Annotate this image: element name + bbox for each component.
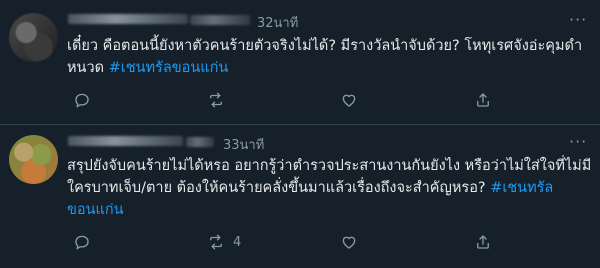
avatar[interactable] <box>9 135 58 184</box>
share-icon <box>477 235 489 249</box>
retweet-icon <box>210 234 222 250</box>
retweet-button[interactable]: 4 <box>207 232 241 252</box>
blurred-display-name[interactable] <box>68 14 188 24</box>
reply-icon <box>75 93 89 108</box>
reply-button[interactable] <box>73 232 99 252</box>
blurred-username[interactable] <box>186 137 214 147</box>
share-button[interactable] <box>474 90 492 110</box>
reply-icon <box>75 235 89 250</box>
like-icon <box>342 236 356 249</box>
retweet-button[interactable] <box>207 90 233 110</box>
like-icon <box>342 94 356 107</box>
tweet-actions <box>67 90 587 110</box>
avatar[interactable] <box>9 13 58 62</box>
blurred-username[interactable] <box>190 15 250 25</box>
tweet-actions: 4 <box>67 232 587 252</box>
share-icon <box>477 93 489 107</box>
blurred-display-name[interactable] <box>68 136 183 146</box>
tweet-timestamp[interactable]: 32นาที <box>257 12 298 33</box>
more-icon[interactable]: ··· <box>569 134 587 150</box>
share-button[interactable] <box>474 232 492 252</box>
like-button[interactable] <box>340 90 366 110</box>
tweet[interactable]: 32นาที ··· เดี๋ยว คือตอนนี้ยังหาตัวคนร้า… <box>0 0 600 125</box>
retweet-count: 4 <box>233 234 242 250</box>
more-icon[interactable]: ··· <box>569 12 587 28</box>
like-button[interactable] <box>340 232 366 252</box>
tweet-text: สรุปยังจับคนร้ายไม่ได้หรอ อยากรู้ว่าตำรว… <box>67 155 592 221</box>
tweet[interactable]: 33นาที ··· สรุปยังจับคนร้ายไม่ได้หรอ อยา… <box>0 125 600 268</box>
reply-button[interactable] <box>73 90 99 110</box>
retweet-icon <box>210 92 222 108</box>
hashtag-link[interactable]: #เชนทรัลขอนแก่น <box>109 60 229 76</box>
tweet-text: เดี๋ยว คือตอนนี้ยังหาตัวคนร้ายตัวจริงไม่… <box>67 35 592 79</box>
tweet-timestamp[interactable]: 33นาที <box>223 134 264 155</box>
